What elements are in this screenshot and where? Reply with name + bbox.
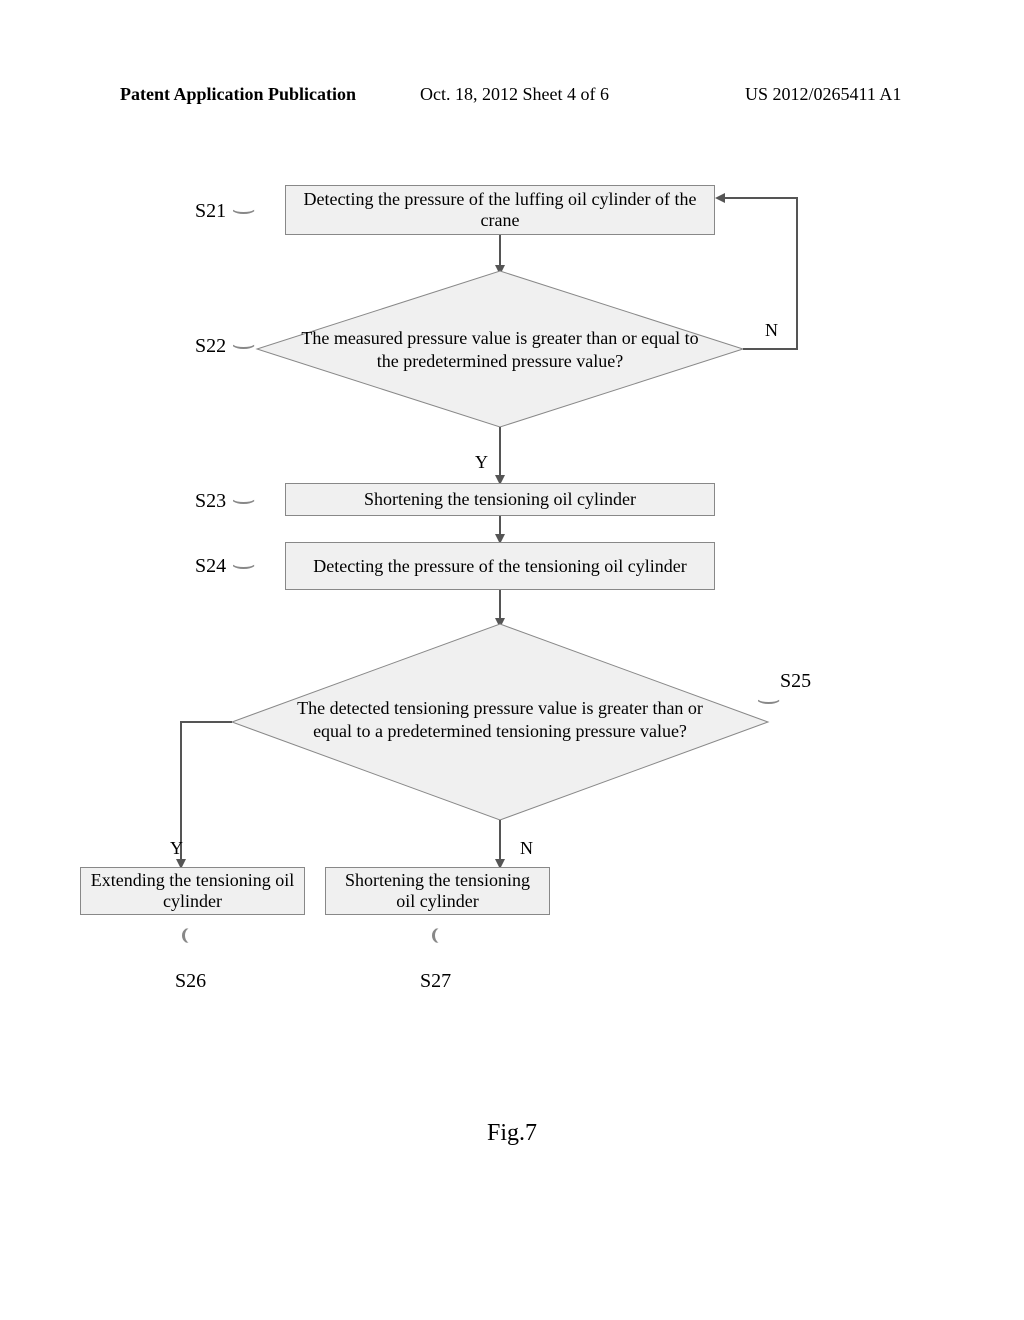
flowchart: S21 ⌣ Detecting the pressure of the luff…	[100, 180, 870, 1080]
decision-s22-text: The measured pressure value is greater t…	[300, 320, 700, 380]
connector-tilde: ⌣	[413, 927, 460, 944]
step-s23-box: Shortening the tensioning oil cylinder	[285, 483, 715, 516]
arrow-line	[499, 590, 501, 618]
step-s24-text: Detecting the pressure of the tensioning…	[313, 556, 686, 577]
step-s26-box: Extending the tensioning oil cylinder	[80, 867, 305, 915]
arrow-line	[499, 235, 501, 265]
connector-tilde: ⌣	[163, 927, 210, 944]
arrow-line	[796, 197, 798, 350]
label-y: Y	[170, 838, 183, 859]
label-s25: S25	[780, 670, 811, 693]
arrow-line	[743, 348, 798, 350]
connector-tilde: ⌣	[231, 195, 257, 226]
step-s23-text: Shortening the tensioning oil cylinder	[364, 489, 636, 510]
arrow-left-icon	[715, 193, 725, 203]
header-center: Oct. 18, 2012 Sheet 4 of 6	[420, 84, 609, 105]
step-s27-text: Shortening the tensioning oil cylinder	[334, 870, 541, 912]
label-s23: S23	[195, 490, 226, 513]
label-s26: S26	[175, 970, 206, 993]
label-y: Y	[475, 452, 488, 473]
step-s26-text: Extending the tensioning oil cylinder	[89, 870, 296, 912]
connector-tilde: ⌣	[231, 330, 257, 361]
connector-tilde: ⌣	[231, 485, 257, 516]
label-n: N	[520, 838, 533, 859]
arrow-line	[499, 820, 501, 859]
header-left: Patent Application Publication	[120, 84, 356, 105]
step-s21-box: Detecting the pressure of the luffing oi…	[285, 185, 715, 235]
arrow-line	[499, 516, 501, 534]
header-right: US 2012/0265411 A1	[745, 84, 901, 105]
step-s21-text: Detecting the pressure of the luffing oi…	[294, 189, 706, 231]
arrow-line	[499, 427, 501, 475]
label-n: N	[765, 320, 778, 341]
label-s24: S24	[195, 555, 226, 578]
label-s22: S22	[195, 335, 226, 358]
step-s27-box: Shortening the tensioning oil cylinder	[325, 867, 550, 915]
label-s27: S27	[420, 970, 451, 993]
connector-tilde: ⌣	[231, 550, 257, 581]
figure-caption: Fig.7	[0, 1120, 1024, 1147]
decision-s25-text: The detected tensioning pressure value i…	[295, 680, 705, 760]
step-s24-box: Detecting the pressure of the tensioning…	[285, 542, 715, 590]
arrow-line	[725, 197, 798, 199]
arrow-line	[180, 721, 232, 723]
label-s21: S21	[195, 200, 226, 223]
